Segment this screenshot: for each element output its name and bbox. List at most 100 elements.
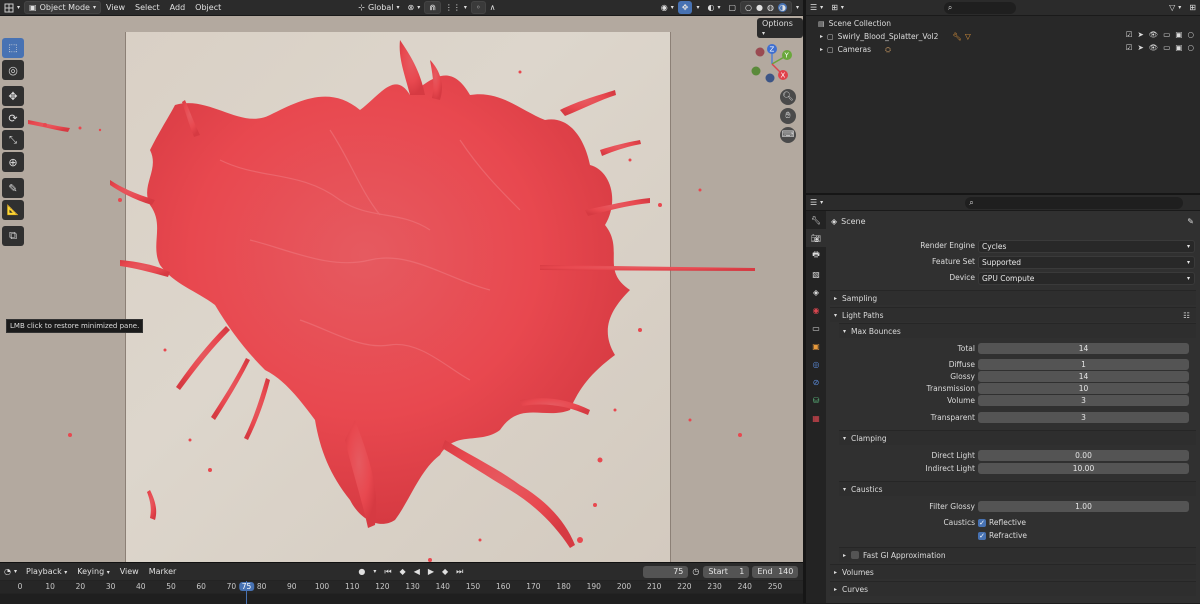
snap-target-button[interactable]: ⋮⋮ ▾: [441, 1, 471, 14]
chevron-right-icon[interactable]: ▸: [820, 46, 823, 53]
end-frame-field[interactable]: End 140: [752, 565, 799, 578]
frame-ruler[interactable]: 0 10 20 30 40 50 60 70 75 80 90 100 110 120 130 140 150 1…: [0, 581, 803, 593]
menu-select[interactable]: Select: [130, 3, 165, 12]
checkbox-icon[interactable]: ☑: [1126, 43, 1133, 52]
tab-tool[interactable]: 🔧︎: [806, 211, 826, 229]
zoom-button[interactable]: 🔍︎: [780, 89, 796, 105]
menu-object[interactable]: Object: [190, 3, 226, 12]
xray-toggle[interactable]: ▢: [724, 1, 740, 14]
outliner-item[interactable]: ▸ ▢ Cameras ⛭ ☑ ➤ 👁︎ ▭ ▣ ○: [806, 43, 1200, 56]
eye-icon[interactable]: 👁︎: [1149, 43, 1159, 52]
rotate-tool[interactable]: ⟳: [2, 108, 24, 128]
record-button[interactable]: ●: [354, 565, 369, 578]
select-arrow-icon[interactable]: ➤: [1137, 43, 1143, 52]
gizmo-toggle[interactable]: ✥: [677, 1, 693, 14]
start-frame-field[interactable]: Start 1: [703, 565, 750, 578]
tab-data[interactable]: ⛁: [806, 391, 826, 409]
tab-physics[interactable]: ◎: [806, 355, 826, 373]
bounce-volume-field[interactable]: 3: [978, 395, 1189, 406]
menu-keying[interactable]: Keying ▾: [72, 567, 114, 576]
measure-tool[interactable]: 📐: [2, 200, 24, 220]
tab-texture[interactable]: ▦: [806, 409, 826, 427]
chevron-right-icon[interactable]: ▸: [820, 33, 823, 40]
play-reverse-button[interactable]: ◀: [410, 565, 424, 578]
bounce-glossy-field[interactable]: 14: [978, 371, 1189, 382]
select-arrow-icon[interactable]: ➤: [1137, 30, 1143, 39]
play-button[interactable]: ▶: [424, 565, 438, 578]
visibility-button[interactable]: ◉ ▾: [657, 1, 678, 14]
bounce-diffuse-field[interactable]: 1: [978, 359, 1189, 370]
tab-constraints[interactable]: ⊘: [806, 373, 826, 391]
pivot-point-button[interactable]: ⊗ ▾: [403, 1, 424, 14]
annotate-tool[interactable]: ✎: [2, 178, 24, 198]
tab-output[interactable]: 🖶: [806, 247, 826, 265]
bounce-transmission-field[interactable]: 10: [978, 383, 1189, 394]
options-button[interactable]: Options ▾: [757, 18, 803, 38]
overlays-toggle[interactable]: ◐ ▾: [703, 1, 724, 14]
reflective-checkbox[interactable]: ✓ Reflective: [978, 518, 1026, 527]
menu-view[interactable]: View: [101, 3, 130, 12]
object-mode-dropdown[interactable]: ▣ Object Mode ▾: [24, 1, 101, 14]
editor-type-button[interactable]: ▾: [0, 1, 24, 14]
panel-curves[interactable]: ▸ Curves: [830, 581, 1196, 596]
material-shading-icon[interactable]: ◍: [767, 3, 774, 12]
outliner-item[interactable]: ▸ ▢ Swirly_Blood_Splatter_Vol2 🔧︎ ▽ ☑ ➤ …: [806, 30, 1200, 43]
area-divider-vertical[interactable]: [803, 0, 806, 603]
feature-set-dropdown[interactable]: Supported ▾: [978, 256, 1195, 269]
tab-world[interactable]: ◉: [806, 301, 826, 319]
checkbox-icon[interactable]: ☑: [1126, 30, 1133, 39]
navigation-gizmo[interactable]: Z Y X: [748, 40, 796, 86]
properties-editor-type[interactable]: ☰ ▾: [806, 196, 827, 209]
camera-icon[interactable]: ▣: [1175, 43, 1182, 52]
shading-mode-group[interactable]: ○ ● ◍ ◑: [740, 1, 792, 14]
menu-timeline-view[interactable]: View: [115, 567, 144, 576]
menu-playback[interactable]: Playback ▾: [21, 567, 72, 576]
proportional-falloff-button[interactable]: ∧: [486, 1, 500, 14]
proportional-edit-toggle[interactable]: ◦: [470, 1, 486, 14]
panel-sampling[interactable]: ▸ Sampling: [830, 290, 1196, 305]
shading-dropdown[interactable]: ▾: [792, 1, 803, 14]
tab-object[interactable]: ▣: [806, 337, 826, 355]
outliner-editor-type[interactable]: ☰ ▾: [806, 1, 827, 14]
outliner-scene-collection[interactable]: ▤ Scene Collection: [806, 17, 1200, 30]
timeline-editor-type[interactable]: ◔ ▾: [0, 565, 21, 578]
indirect-light-field[interactable]: 10.00: [978, 463, 1189, 474]
3d-viewport[interactable]: ▾ ▣ Object Mode ▾ View Select Add Object…: [0, 0, 803, 562]
tab-collection[interactable]: ▭: [806, 319, 826, 337]
pin-icon[interactable]: ✎: [1187, 217, 1194, 226]
refractive-checkbox[interactable]: ✓ Refractive: [978, 531, 1027, 540]
camera-view-button[interactable]: ⌨: [780, 127, 796, 143]
auto-key-dropdown[interactable]: ▾: [369, 565, 380, 578]
move-tool[interactable]: ✥: [2, 86, 24, 106]
presets-icon[interactable]: ☷: [1183, 311, 1190, 320]
render-engine-dropdown[interactable]: Cycles ▾: [978, 240, 1195, 253]
menu-marker[interactable]: Marker: [144, 567, 182, 576]
select-box-tool[interactable]: ⬚: [2, 38, 24, 58]
next-keyframe-button[interactable]: ◆: [438, 565, 452, 578]
tab-view-layer[interactable]: ▧: [806, 265, 826, 283]
holdout-icon[interactable]: ○: [1187, 30, 1194, 39]
fast-gi-checkbox[interactable]: [851, 551, 860, 559]
filter-button[interactable]: ▽ ▾: [1165, 1, 1185, 14]
pan-button[interactable]: ✋︎: [780, 108, 796, 124]
add-cube-tool[interactable]: ⧉: [2, 226, 24, 246]
subpanel-max-bounces[interactable]: ▾ Max Bounces: [839, 323, 1196, 338]
cursor-tool[interactable]: ◎: [2, 60, 24, 80]
outliner-search-input[interactable]: ⌕: [943, 1, 1016, 14]
menu-add[interactable]: Add: [165, 3, 191, 12]
panel-volumes[interactable]: ▸ Volumes: [830, 564, 1196, 579]
filter-glossy-field[interactable]: 1.00: [978, 501, 1189, 512]
preview-range-toggle[interactable]: ◷: [688, 565, 703, 578]
holdout-icon[interactable]: ○: [1187, 43, 1194, 52]
area-divider-horizontal[interactable]: [806, 193, 1200, 195]
solid-shading-icon[interactable]: ●: [756, 3, 763, 12]
prev-keyframe-button[interactable]: ◆: [396, 565, 410, 578]
jump-end-button[interactable]: ⏭: [452, 565, 467, 578]
new-collection-button[interactable]: ⊞: [1185, 1, 1200, 14]
monitor-icon[interactable]: ▭: [1163, 30, 1170, 39]
current-frame-field[interactable]: 75: [643, 565, 689, 578]
monitor-icon[interactable]: ▭: [1163, 43, 1170, 52]
snap-toggle[interactable]: ⋒: [424, 1, 441, 14]
properties-search-input[interactable]: ⌕: [965, 196, 1184, 209]
orientation-dropdown[interactable]: ⊹ Global ▾: [354, 1, 403, 14]
